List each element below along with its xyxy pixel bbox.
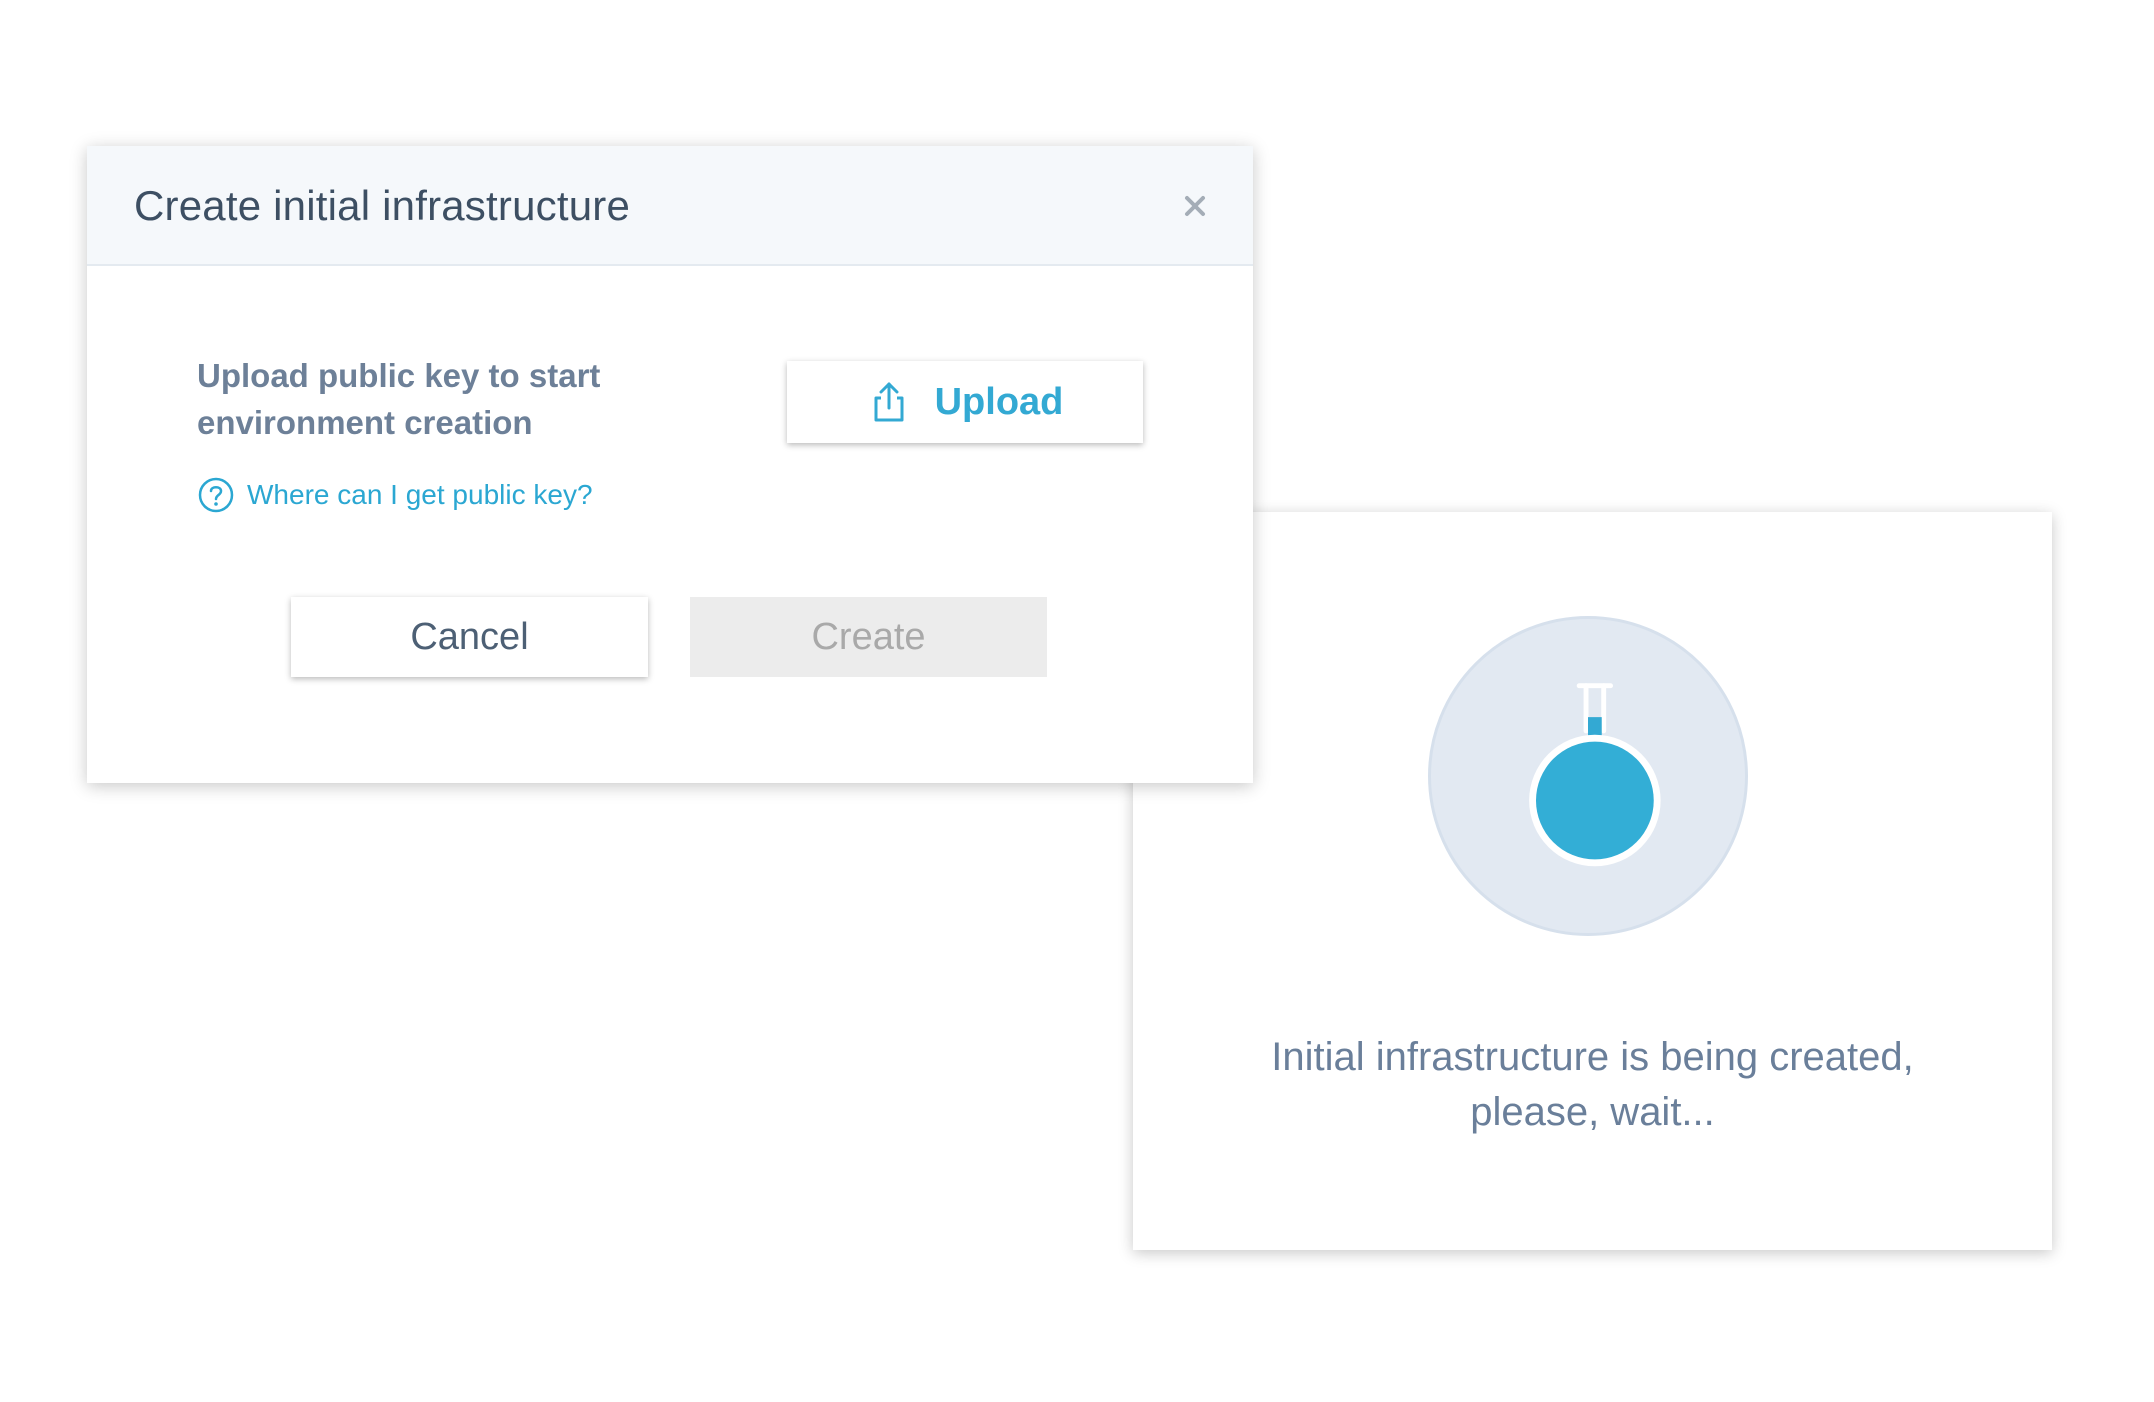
question-circle-icon	[197, 476, 235, 514]
create-button-label: Create	[811, 615, 926, 658]
upload-icon	[867, 380, 911, 424]
help-link-label: Where can I get public key?	[247, 479, 593, 510]
close-icon	[1185, 196, 1205, 216]
progress-message-line2: please, wait...	[1470, 1090, 1715, 1134]
dialog-title: Create initial infrastructure	[134, 182, 630, 229]
create-infrastructure-dialog: Create initial infrastructure Upload pub…	[87, 146, 1253, 783]
flask-icon	[1529, 683, 1661, 867]
cancel-button-label: Cancel	[410, 615, 529, 658]
upload-button[interactable]: Upload	[787, 361, 1143, 443]
close-button[interactable]	[1177, 188, 1213, 224]
progress-message-line1: Initial infrastructure is being created,	[1271, 1035, 1914, 1079]
instruction-line2: environment creation	[197, 404, 533, 441]
public-key-help-link[interactable]: Where can I get public key?	[197, 476, 593, 514]
flask-circle	[1428, 616, 1748, 936]
progress-message: Initial infrastructure is being created,…	[1133, 1030, 2052, 1140]
screenshot-stage: Initial infrastructure is being created,…	[0, 0, 2154, 1402]
progress-panel: Initial infrastructure is being created,…	[1133, 512, 2052, 1250]
create-button[interactable]: Create	[690, 597, 1047, 677]
instruction-line1: Upload public key to start	[197, 357, 601, 394]
cancel-button[interactable]: Cancel	[291, 597, 648, 677]
upload-instruction: Upload public key to start environment c…	[197, 352, 677, 446]
upload-button-label: Upload	[934, 380, 1064, 423]
dialog-header: Create initial infrastructure	[87, 146, 1253, 266]
